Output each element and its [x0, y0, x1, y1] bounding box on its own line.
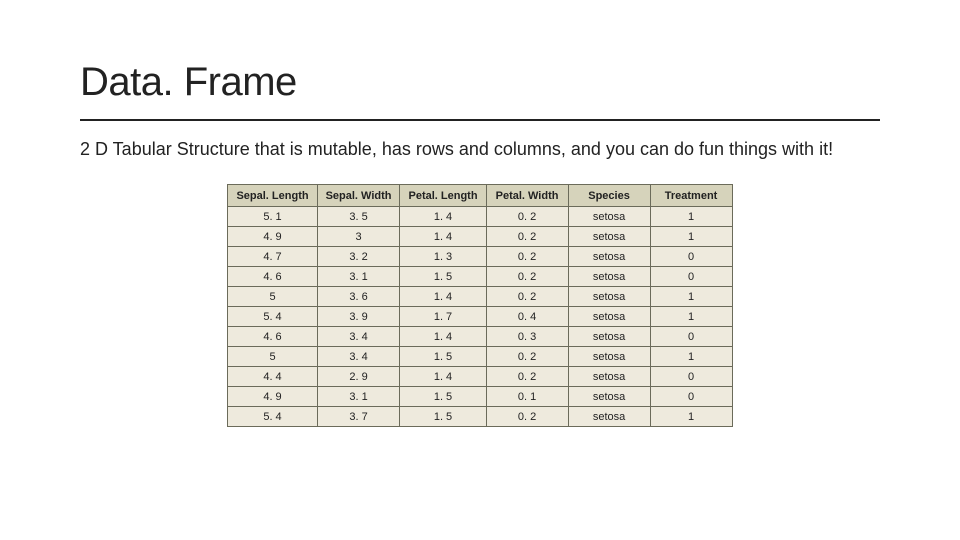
- table-cell: 3. 7: [317, 407, 400, 427]
- data-table: Sepal. Length Sepal. Width Petal. Length…: [227, 184, 732, 427]
- table-cell: 0: [650, 367, 732, 387]
- table-cell: setosa: [568, 247, 650, 267]
- table-cell: setosa: [568, 207, 650, 227]
- table-cell: 1: [650, 207, 732, 227]
- table-cell: 1: [650, 227, 732, 247]
- table-cell: 3. 6: [317, 287, 400, 307]
- table-row: 53. 41. 50. 2setosa1: [228, 347, 732, 367]
- table-header-row: Sepal. Length Sepal. Width Petal. Length…: [228, 185, 732, 207]
- table-cell: 1. 3: [400, 247, 486, 267]
- table-cell: setosa: [568, 387, 650, 407]
- table-row: 5. 43. 71. 50. 2setosa1: [228, 407, 732, 427]
- table-cell: 0. 2: [486, 347, 568, 367]
- table-cell: 1: [650, 307, 732, 327]
- table-cell: 4. 7: [228, 247, 317, 267]
- table-cell: setosa: [568, 287, 650, 307]
- table-cell: 1. 4: [400, 327, 486, 347]
- table-row: 5. 13. 51. 40. 2setosa1: [228, 207, 732, 227]
- table-cell: 0. 2: [486, 367, 568, 387]
- table-cell: 4. 9: [228, 387, 317, 407]
- table-cell: 0. 2: [486, 407, 568, 427]
- table-cell: setosa: [568, 267, 650, 287]
- table-row: 4. 931. 40. 2setosa1: [228, 227, 732, 247]
- table-cell: 3. 4: [317, 347, 400, 367]
- table-cell: 0. 2: [486, 207, 568, 227]
- table-row: 4. 63. 11. 50. 2setosa0: [228, 267, 732, 287]
- table-cell: 5. 4: [228, 407, 317, 427]
- table-cell: 1. 4: [400, 207, 486, 227]
- table-cell: 1. 5: [400, 267, 486, 287]
- table-row: 4. 93. 11. 50. 1setosa0: [228, 387, 732, 407]
- table-row: 4. 63. 41. 40. 3setosa0: [228, 327, 732, 347]
- table-cell: 0: [650, 327, 732, 347]
- table-cell: 3. 1: [317, 267, 400, 287]
- table-cell: 5: [228, 287, 317, 307]
- slide-subtitle: 2 D Tabular Structure that is mutable, h…: [80, 139, 880, 160]
- col-header: Sepal. Width: [317, 185, 400, 207]
- slide-title: Data. Frame: [80, 60, 880, 105]
- table-cell: 0. 2: [486, 287, 568, 307]
- col-header: Petal. Length: [400, 185, 486, 207]
- title-underline: [80, 119, 880, 121]
- table-cell: 4. 9: [228, 227, 317, 247]
- table-cell: 1. 5: [400, 407, 486, 427]
- table-cell: 1. 4: [400, 367, 486, 387]
- table-cell: 1. 4: [400, 287, 486, 307]
- table-row: 4. 42. 91. 40. 2setosa0: [228, 367, 732, 387]
- table-row: 53. 61. 40. 2setosa1: [228, 287, 732, 307]
- table-cell: 3: [317, 227, 400, 247]
- table-cell: setosa: [568, 407, 650, 427]
- table-cell: 3. 5: [317, 207, 400, 227]
- col-header: Petal. Width: [486, 185, 568, 207]
- table-cell: 0. 2: [486, 227, 568, 247]
- table-cell: 0. 2: [486, 267, 568, 287]
- table-cell: setosa: [568, 327, 650, 347]
- table-cell: 0. 2: [486, 247, 568, 267]
- slide: Data. Frame 2 D Tabular Structure that i…: [0, 0, 960, 467]
- table-cell: 3. 9: [317, 307, 400, 327]
- table-cell: 5. 4: [228, 307, 317, 327]
- table-cell: 5. 1: [228, 207, 317, 227]
- table-body: 5. 13. 51. 40. 2setosa14. 931. 40. 2seto…: [228, 207, 732, 427]
- table-cell: setosa: [568, 347, 650, 367]
- table-cell: setosa: [568, 227, 650, 247]
- table-cell: 0: [650, 247, 732, 267]
- table-cell: 1: [650, 347, 732, 367]
- table-cell: 1. 4: [400, 227, 486, 247]
- table-cell: 3. 1: [317, 387, 400, 407]
- table-cell: 1: [650, 287, 732, 307]
- table-cell: 1. 5: [400, 347, 486, 367]
- col-header: Species: [568, 185, 650, 207]
- table-cell: 4. 6: [228, 327, 317, 347]
- table-container: Sepal. Length Sepal. Width Petal. Length…: [80, 184, 880, 427]
- table-cell: 0: [650, 267, 732, 287]
- table-cell: 0: [650, 387, 732, 407]
- table-row: 4. 73. 21. 30. 2setosa0: [228, 247, 732, 267]
- table-row: 5. 43. 91. 70. 4setosa1: [228, 307, 732, 327]
- table-cell: 1. 5: [400, 387, 486, 407]
- table-cell: 4. 4: [228, 367, 317, 387]
- table-cell: 0. 1: [486, 387, 568, 407]
- table-cell: 0. 3: [486, 327, 568, 347]
- table-cell: 0. 4: [486, 307, 568, 327]
- table-cell: 1. 7: [400, 307, 486, 327]
- table-cell: 2. 9: [317, 367, 400, 387]
- table-cell: 1: [650, 407, 732, 427]
- table-cell: 3. 2: [317, 247, 400, 267]
- col-header: Sepal. Length: [228, 185, 317, 207]
- table-cell: setosa: [568, 307, 650, 327]
- col-header: Treatment: [650, 185, 732, 207]
- table-cell: 5: [228, 347, 317, 367]
- table-cell: 4. 6: [228, 267, 317, 287]
- table-cell: setosa: [568, 367, 650, 387]
- table-cell: 3. 4: [317, 327, 400, 347]
